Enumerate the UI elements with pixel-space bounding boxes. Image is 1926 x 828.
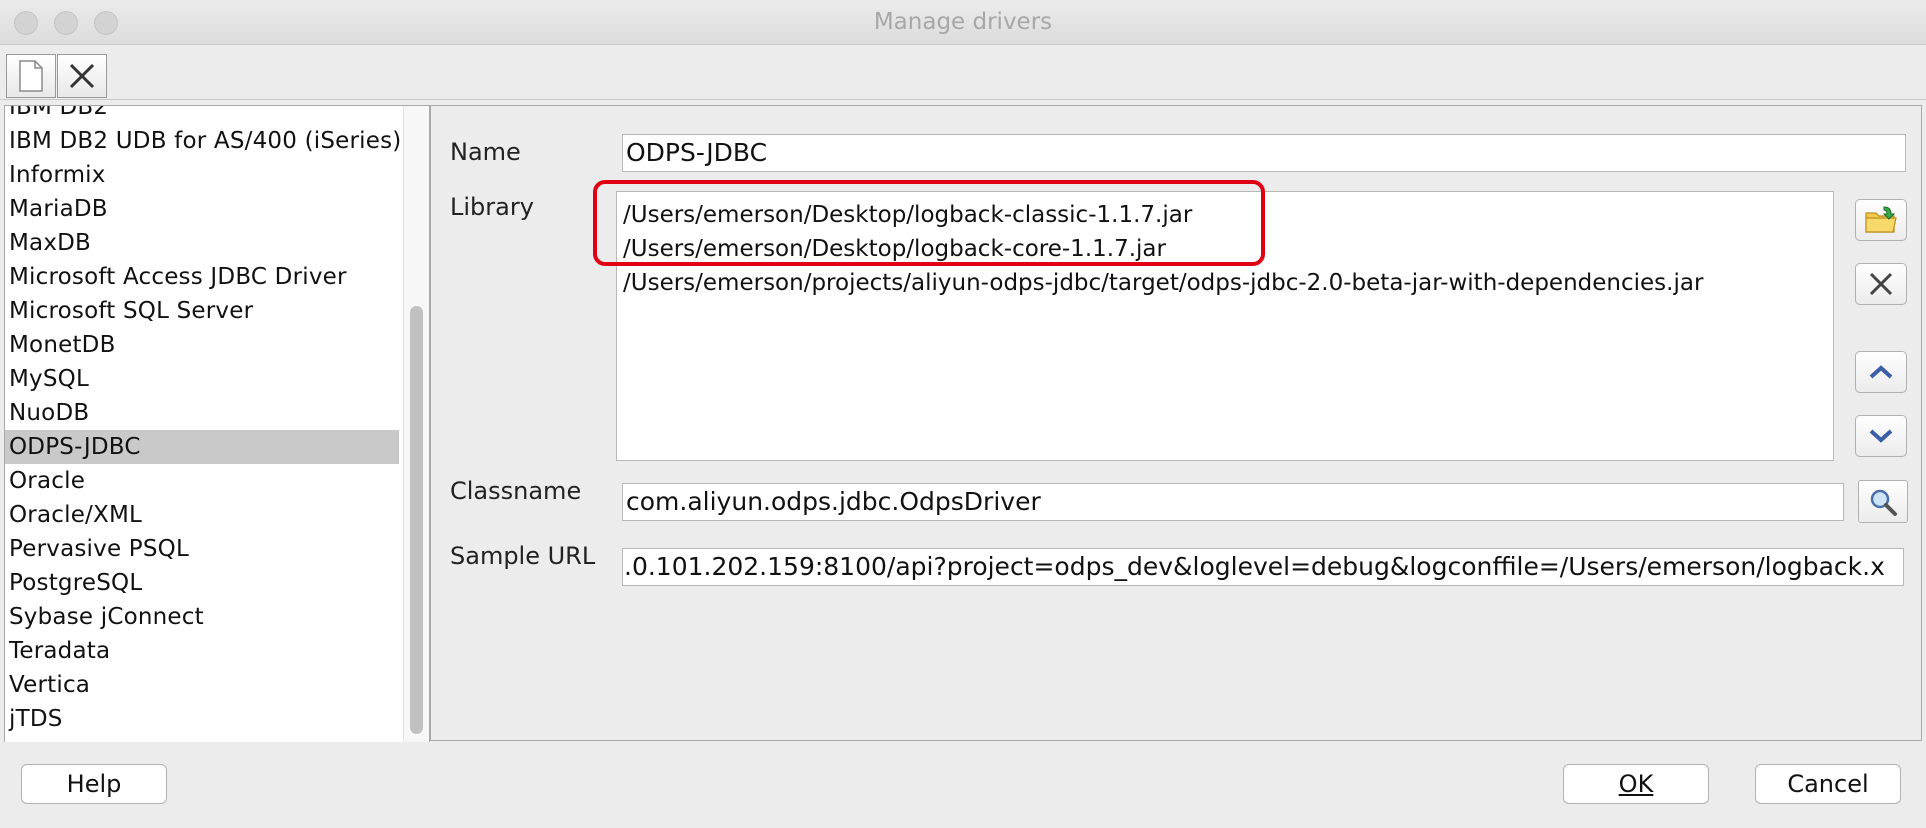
- cancel-button[interactable]: Cancel: [1755, 764, 1901, 804]
- library-item[interactable]: /Users/emerson/Desktop/logback-classic-1…: [623, 198, 1833, 232]
- sample-url-label: Sample URL: [450, 542, 596, 570]
- find-classname-button[interactable]: [1858, 480, 1908, 523]
- driver-list[interactable]: IBM DB2 IBM DB2 UDB for AS/400 (iSeries) I…: [5, 106, 401, 736]
- driver-list-item[interactable]: MonetDB: [5, 328, 399, 362]
- sample-url-field[interactable]: .0.101.202.159:8100/api?project=odps_dev…: [622, 548, 1904, 586]
- chevron-up-icon: [1869, 365, 1893, 379]
- add-library-button[interactable]: [1855, 199, 1907, 241]
- move-up-button[interactable]: [1855, 351, 1907, 393]
- driver-list-item[interactable]: ODPS-JDBC: [5, 430, 399, 464]
- driver-list-item[interactable]: MySQL: [5, 362, 399, 396]
- driver-list-item[interactable]: PostgreSQL: [5, 566, 399, 600]
- folder-add-icon: [1865, 206, 1897, 233]
- window-title: Manage drivers: [873, 9, 1053, 35]
- driver-list-item[interactable]: Oracle: [5, 464, 399, 498]
- remove-library-button[interactable]: [1855, 263, 1907, 305]
- driver-list-item[interactable]: Teradata: [5, 634, 399, 668]
- library-list[interactable]: /Users/emerson/Desktop/logback-classic-1…: [616, 191, 1834, 461]
- cancel-label: Cancel: [1787, 770, 1869, 798]
- driver-list-item[interactable]: MaxDB: [5, 226, 399, 260]
- driver-list-scrollbar[interactable]: [403, 106, 429, 742]
- name-field[interactable]: ODPS-JDBC: [622, 134, 1906, 172]
- help-button[interactable]: Help: [21, 764, 167, 804]
- new-driver-button[interactable]: [6, 54, 56, 98]
- ok-button[interactable]: OK: [1563, 764, 1709, 804]
- close-icon: [69, 63, 95, 89]
- delete-driver-button[interactable]: [57, 54, 107, 98]
- classname-label: Classname: [450, 477, 582, 505]
- driver-list-item[interactable]: jTDS: [5, 702, 399, 736]
- close-icon: [1869, 272, 1893, 296]
- classname-field[interactable]: com.aliyun.odps.jdbc.OdpsDriver: [622, 483, 1844, 521]
- driver-list-item[interactable]: Sybase jConnect: [5, 600, 399, 634]
- dialog-button-bar: Help OK Cancel: [0, 742, 1926, 828]
- driver-list-item[interactable]: NuoDB: [5, 396, 399, 430]
- driver-list-item[interactable]: Informix: [5, 158, 399, 192]
- ok-label: OK: [1618, 770, 1654, 798]
- driver-list-item[interactable]: Microsoft Access JDBC Driver: [5, 260, 399, 294]
- library-item[interactable]: /Users/emerson/Desktop/logback-core-1.1.…: [623, 232, 1833, 266]
- driver-list-item[interactable]: Oracle/XML: [5, 498, 399, 532]
- name-label: Name: [450, 138, 521, 166]
- library-label: Library: [450, 193, 534, 221]
- driver-list-item[interactable]: IBM DB2 UDB for AS/400 (iSeries): [5, 124, 401, 158]
- driver-list-item[interactable]: Vertica: [5, 668, 399, 702]
- move-down-button[interactable]: [1855, 415, 1907, 457]
- driver-list-item[interactable]: IBM DB2: [5, 106, 399, 124]
- library-item[interactable]: /Users/emerson/projects/aliyun-odps-jdbc…: [623, 266, 1833, 300]
- driver-list-item[interactable]: MariaDB: [5, 192, 399, 226]
- scrollbar-thumb[interactable]: [410, 306, 423, 734]
- chevron-down-icon: [1869, 429, 1893, 443]
- driver-list-item[interactable]: Pervasive PSQL: [5, 532, 399, 566]
- driver-list-item[interactable]: Microsoft SQL Server: [5, 294, 399, 328]
- toolbar: [0, 45, 1926, 100]
- new-document-icon: [19, 60, 43, 92]
- title-bar: Manage drivers: [0, 0, 1926, 45]
- driver-list-panel: IBM DB2 IBM DB2 UDB for AS/400 (iSeries) I…: [4, 105, 430, 743]
- search-icon: [1870, 489, 1897, 516]
